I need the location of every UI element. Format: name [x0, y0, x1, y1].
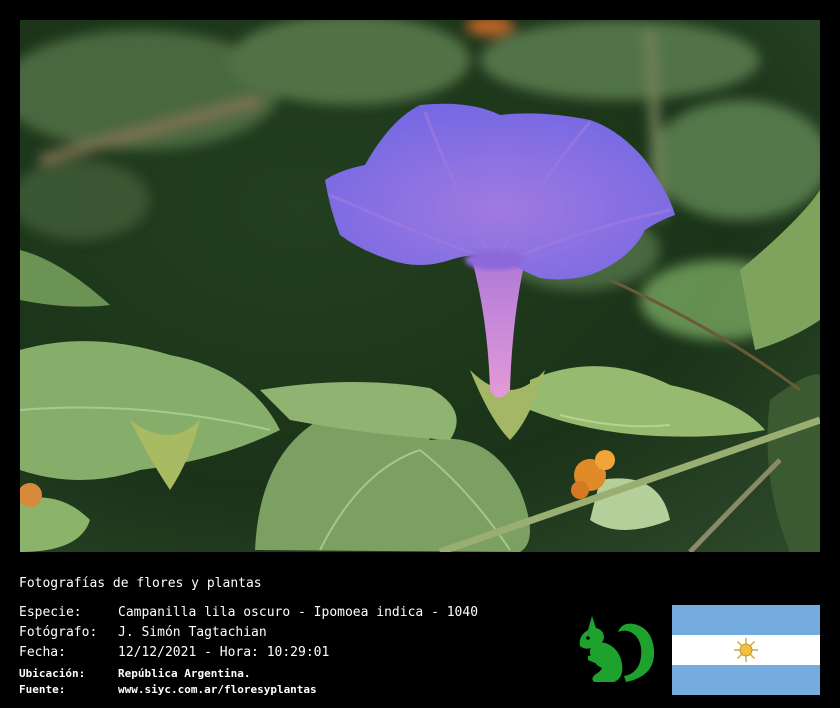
- argentina-flag-icon: [672, 605, 820, 695]
- source-row: Fuente: www.siyc.com.ar/floresyplantas: [19, 683, 317, 696]
- date-label: Fecha:: [19, 645, 66, 660]
- green-squirrel-icon: [574, 606, 658, 688]
- date-value: 12/12/2021 - Hora: 10:29:01: [118, 645, 330, 660]
- species-row: Especie: Campanilla lila oscuro - Ipomoea…: [19, 605, 478, 620]
- source-label: Fuente:: [19, 683, 66, 696]
- photographer-row: Fotógrafo: J. Simón Tagtachian: [19, 625, 267, 640]
- source-value: www.siyc.com.ar/floresyplantas: [118, 683, 317, 696]
- caption-title: Fotografías de flores y plantas: [19, 576, 262, 591]
- morning-glory-photo: [20, 20, 820, 552]
- location-value: República Argentina.: [118, 667, 251, 680]
- species-label: Especie:: [19, 605, 82, 620]
- location-label: Ubicación:: [19, 667, 86, 680]
- flower-photo: [20, 20, 820, 552]
- location-row: Ubicación: República Argentina.: [19, 667, 250, 680]
- photographer-label: Fotógrafo:: [19, 625, 98, 640]
- date-row: Fecha: 12/12/2021 - Hora: 10:29:01: [19, 645, 329, 660]
- photographer-value: J. Simón Tagtachian: [118, 625, 267, 640]
- species-value: Campanilla lila oscuro - Ipomoea indica …: [118, 605, 479, 620]
